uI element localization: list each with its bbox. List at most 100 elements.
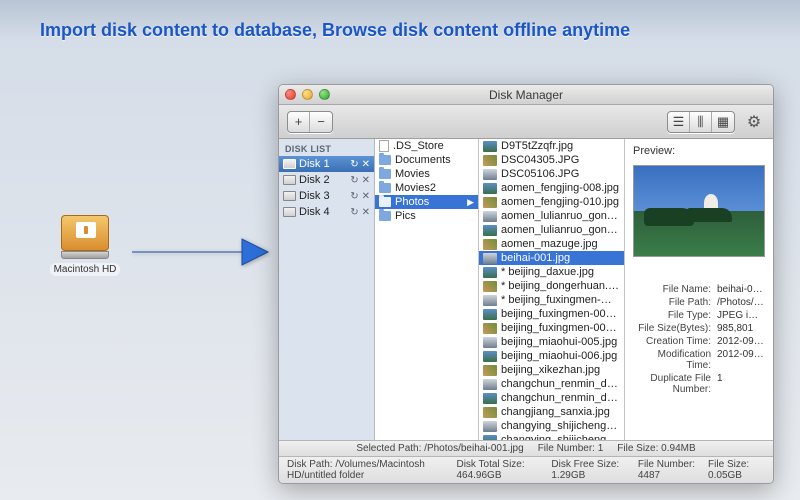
folder-row[interactable]: Movies2	[375, 181, 478, 195]
folder-row[interactable]: Movies	[375, 167, 478, 181]
file-row[interactable]: beihai-001.jpg	[479, 251, 624, 265]
file-row[interactable]: changjiang_sanxia.jpg	[479, 405, 624, 419]
view-icons-button[interactable]: ☰	[668, 112, 690, 132]
minimize-icon[interactable]	[302, 89, 313, 100]
meta-value: /Photos/beihai-001.jpg	[717, 297, 765, 308]
thumbnail-icon	[483, 253, 497, 264]
sidebar-item-disk[interactable]: Disk 2↻✕	[279, 172, 374, 188]
row-label: beijing_fuxingmen-00…	[501, 322, 617, 334]
row-label: aomen_lulianruo_gon…	[501, 210, 618, 222]
view-columns-button[interactable]: ⫼	[690, 112, 712, 132]
refresh-icon[interactable]: ↻	[350, 175, 358, 186]
file-row[interactable]: * beijing_daxue.jpg	[479, 265, 624, 279]
file-row[interactable]: aomen_fengjing-010.jpg	[479, 195, 624, 209]
sidebar-item-disk[interactable]: Disk 3 ↻ ✕	[279, 188, 374, 204]
row-label: DSC05106.JPG	[501, 168, 579, 180]
row-label: Photos	[395, 196, 429, 208]
file-row[interactable]: aomen_mazuge.jpg	[479, 237, 624, 251]
meta-value: 2012-09-02 10:11:08	[717, 349, 765, 371]
refresh-icon[interactable]: ↻	[350, 159, 358, 170]
status-bar-upper: Selected Path: /Photos/beihai-001.jpg Fi…	[279, 440, 773, 456]
row-label: D9T5tZzqfr.jpg	[501, 140, 573, 152]
sidebar-item-disk[interactable]: Disk 1↻✕	[279, 156, 374, 172]
file-row[interactable]: aomen_fengjing-008.jpg	[479, 181, 624, 195]
thumbnail-icon	[483, 211, 497, 222]
file-row[interactable]: beijing_xikezhan.jpg	[479, 363, 624, 377]
folder-row[interactable]: Pics	[375, 209, 478, 223]
file-icon	[379, 140, 389, 152]
folder-row[interactable]: Photos ▶	[375, 195, 478, 209]
file-row[interactable]: aomen_lulianruo_gon…	[479, 223, 624, 237]
thumbnail-icon	[483, 281, 497, 292]
row-label: changying_shijicheng…	[501, 420, 617, 432]
folder-icon	[379, 211, 391, 221]
thumbnail-icon	[483, 365, 497, 376]
view-gallery-button[interactable]: ▦	[712, 112, 734, 132]
meta-row: File Path:/Photos/beihai-001.jpg	[633, 296, 765, 309]
row-label: DSC04305.JPG	[501, 154, 579, 166]
status-disk-path: Disk Path: /Volumes/Macintosh HD/untitle…	[287, 459, 446, 481]
arrow-icon	[130, 235, 270, 274]
remove-button[interactable]: −	[310, 112, 332, 132]
file-row[interactable]: DSC04305.JPG	[479, 153, 624, 167]
gear-icon[interactable]: ⚙	[743, 111, 765, 133]
file-row[interactable]: beijing_fuxingmen-00…	[479, 307, 624, 321]
preview-meta: File Name:beihai-001.jpgFile Path:/Photo…	[633, 283, 765, 396]
sidebar-header: DISK LIST	[279, 139, 374, 156]
file-row[interactable]: * beijing_fuxingmen-…	[479, 293, 624, 307]
thumbnail-icon	[483, 141, 497, 152]
meta-value: 985,801	[717, 323, 765, 334]
preview-pane: Preview: File Name:beihai-001.jpgFile Pa…	[625, 139, 773, 440]
close-icon[interactable]	[285, 89, 296, 100]
file-row[interactable]: changying_shijicheng…	[479, 433, 624, 440]
row-label: beihai-001.jpg	[501, 252, 570, 264]
drive-base	[61, 251, 109, 259]
folder-row[interactable]: .DS_Store	[375, 139, 478, 153]
zoom-icon[interactable]	[319, 89, 330, 100]
folder-row[interactable]: Documents	[375, 153, 478, 167]
file-row[interactable]: beijing_miaohui-006.jpg	[479, 349, 624, 363]
file-row[interactable]: changchun_renmin_da…	[479, 391, 624, 405]
desktop-drive-icon[interactable]: Macintosh HD	[45, 215, 125, 277]
row-label: changjiang_sanxia.jpg	[501, 406, 610, 418]
file-row[interactable]: DSC05106.JPG	[479, 167, 624, 181]
sidebar-item-disk[interactable]: Disk 4↻✕	[279, 204, 374, 220]
chevron-right-icon: ▶	[467, 197, 474, 208]
file-row[interactable]: changying_shijicheng…	[479, 419, 624, 433]
file-row[interactable]: * beijing_dongerhuan.jpg	[479, 279, 624, 293]
row-label: Movies	[395, 168, 430, 180]
remove-disk-icon[interactable]: ✕	[362, 175, 370, 186]
file-row[interactable]: beijing_miaohui-005.jpg	[479, 335, 624, 349]
row-label: .DS_Store	[393, 140, 444, 152]
remove-disk-icon[interactable]: ✕	[362, 207, 370, 218]
drive-icon	[61, 215, 109, 251]
file-row[interactable]: changchun_renmin_da…	[479, 377, 624, 391]
window-title: Disk Manager	[279, 88, 773, 102]
thumbnail-icon	[483, 267, 497, 278]
titlebar: Disk Manager	[279, 85, 773, 105]
status-bar-lower: Disk Path: /Volumes/Macintosh HD/untitle…	[279, 456, 773, 483]
remove-disk-icon[interactable]: ✕	[362, 159, 370, 170]
row-label: changchun_renmin_da…	[501, 392, 620, 404]
status-file-number: File Number: 1	[538, 443, 604, 454]
file-column: D9T5tZzqfr.jpg DSC04305.JPG DSC05106.JPG ao…	[479, 139, 625, 440]
file-row[interactable]: D9T5tZzqfr.jpg	[479, 139, 624, 153]
traffic-lights	[285, 89, 330, 100]
thumbnail-icon	[483, 337, 497, 348]
disk-icon	[283, 175, 296, 185]
sidebar-item-label: Disk 3	[299, 190, 330, 202]
row-label: beijing_fuxingmen-00…	[501, 308, 617, 320]
disk-icon	[283, 191, 296, 201]
thumbnail-icon	[483, 169, 497, 180]
add-button[interactable]: +	[288, 112, 310, 132]
file-row[interactable]: beijing_fuxingmen-00…	[479, 321, 624, 335]
meta-key: File Type:	[633, 310, 717, 321]
row-label: beijing_miaohui-006.jpg	[501, 350, 617, 362]
meta-key: Creation Time:	[633, 336, 717, 347]
refresh-icon[interactable]: ↻	[350, 207, 358, 218]
row-label: aomen_lulianruo_gon…	[501, 224, 618, 236]
row-label: aomen_fengjing-008.jpg	[501, 182, 619, 194]
refresh-icon[interactable]: ↻	[350, 191, 358, 202]
file-row[interactable]: aomen_lulianruo_gon…	[479, 209, 624, 223]
remove-disk-icon[interactable]: ✕	[362, 191, 370, 202]
